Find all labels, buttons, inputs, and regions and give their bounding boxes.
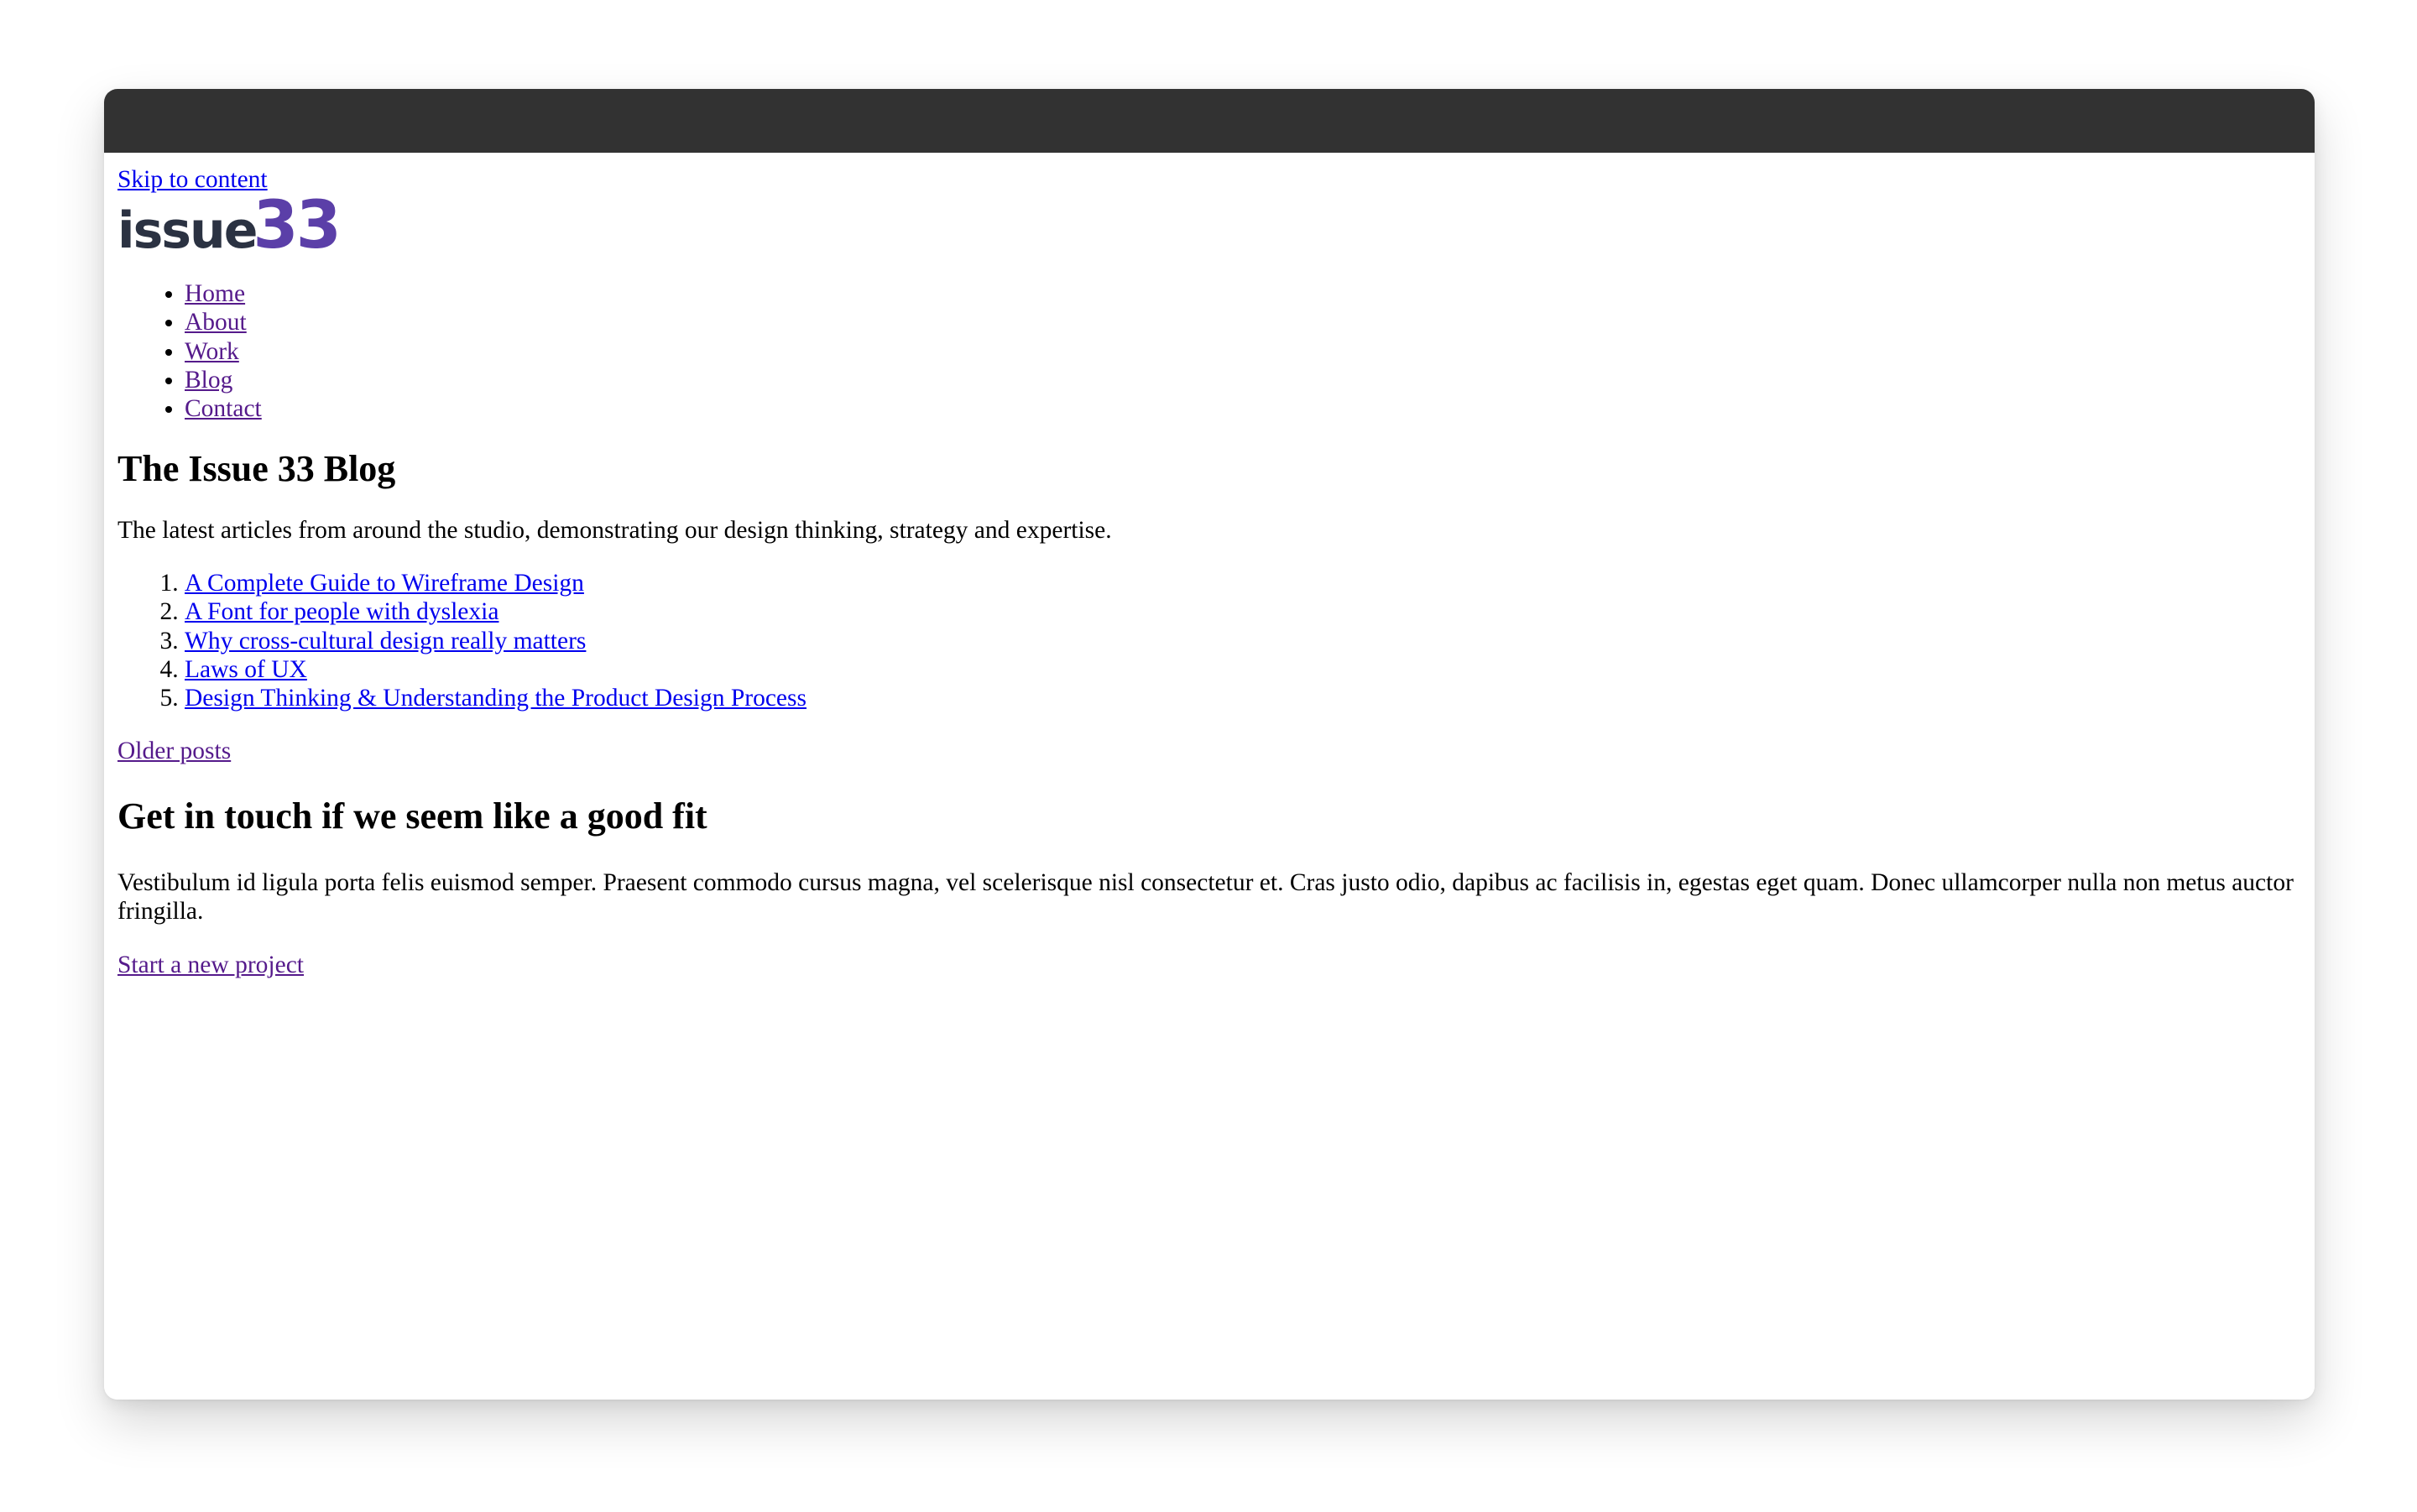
nav-link-work[interactable]: Work bbox=[185, 338, 239, 365]
browser-window: Skip to content issue33 Home About Work bbox=[104, 89, 2315, 1400]
nav-link-blog[interactable]: Blog bbox=[185, 367, 232, 394]
nav-item-contact: Contact bbox=[185, 394, 2301, 423]
cta-heading: Get in touch if we seem like a good fit bbox=[117, 796, 2301, 837]
post-link-design-thinking[interactable]: Design Thinking & Understanding the Prod… bbox=[185, 685, 807, 712]
site-logo[interactable]: issue33 bbox=[117, 196, 2301, 255]
desktop-background: Skip to content issue33 Home About Work bbox=[0, 0, 2417, 1512]
page-title: The Issue 33 Blog bbox=[117, 449, 2301, 489]
list-item: Why cross-cultural design really matters bbox=[185, 627, 2301, 655]
blog-post-list: A Complete Guide to Wireframe Design A F… bbox=[117, 569, 2301, 712]
list-item: Design Thinking & Understanding the Prod… bbox=[185, 684, 2301, 712]
start-new-project-link[interactable]: Start a new project bbox=[117, 952, 304, 978]
nav-item-home: Home bbox=[185, 279, 2301, 308]
browser-titlebar[interactable] bbox=[104, 89, 2315, 153]
cta-link-wrapper: Start a new project bbox=[117, 951, 2301, 979]
post-link-laws-of-ux[interactable]: Laws of UX bbox=[185, 656, 307, 683]
cta-body-text: Vestibulum id ligula porta felis euismod… bbox=[117, 868, 2301, 926]
nav-item-blog: Blog bbox=[185, 366, 2301, 394]
site-logo-word: issue bbox=[117, 201, 256, 260]
nav-link-home[interactable]: Home bbox=[185, 280, 245, 307]
page-viewport: Skip to content issue33 Home About Work bbox=[104, 153, 2315, 1400]
older-posts-wrapper: Older posts bbox=[117, 737, 2301, 765]
post-link-dyslexia-font[interactable]: A Font for people with dyslexia bbox=[185, 598, 499, 625]
main-navigation: Home About Work Blog Contact bbox=[117, 279, 2301, 423]
blog-intro-text: The latest articles from around the stud… bbox=[117, 516, 2301, 545]
document-body: Skip to content issue33 Home About Work bbox=[104, 153, 2315, 1017]
skip-to-content-link[interactable]: Skip to content bbox=[117, 166, 268, 193]
list-item: A Font for people with dyslexia bbox=[185, 597, 2301, 626]
skip-to-content-wrapper: Skip to content bbox=[117, 166, 2301, 195]
post-link-wireframe-design[interactable]: A Complete Guide to Wireframe Design bbox=[185, 570, 584, 597]
older-posts-link[interactable]: Older posts bbox=[117, 738, 231, 764]
post-link-cross-cultural-design[interactable]: Why cross-cultural design really matters bbox=[185, 628, 586, 654]
list-item: Laws of UX bbox=[185, 655, 2301, 684]
nav-item-work: Work bbox=[185, 337, 2301, 366]
list-item: A Complete Guide to Wireframe Design bbox=[185, 569, 2301, 597]
nav-link-about[interactable]: About bbox=[185, 309, 247, 336]
nav-item-about: About bbox=[185, 308, 2301, 336]
nav-link-contact[interactable]: Contact bbox=[185, 395, 262, 422]
site-logo-number: 33 bbox=[253, 188, 339, 263]
